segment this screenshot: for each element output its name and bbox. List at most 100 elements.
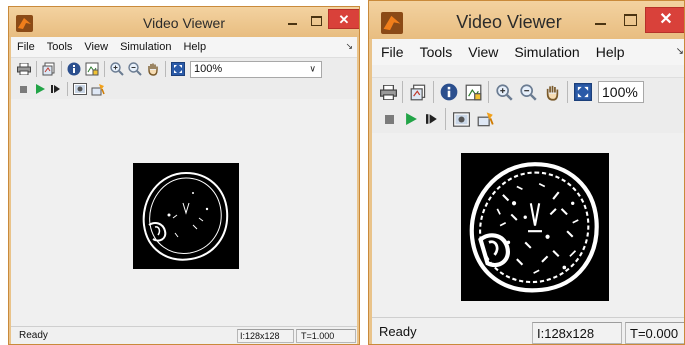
stop-icon xyxy=(19,85,27,93)
menu-tools[interactable]: Tools xyxy=(420,44,453,60)
toolbar-main: 100% xyxy=(372,77,684,106)
status-bar: Ready I:128x128 T=0.000 xyxy=(372,317,684,344)
menu-help[interactable]: Help xyxy=(596,44,625,60)
step-forward-button[interactable] xyxy=(422,109,442,129)
status-size: I:128x128 xyxy=(237,329,294,343)
toolbar-separator xyxy=(402,81,403,103)
maximize-icon xyxy=(310,16,322,26)
snapshot-icon xyxy=(73,83,87,95)
title-bar[interactable]: Video Viewer ✕ xyxy=(9,7,359,37)
close-button[interactable]: ✕ xyxy=(328,9,359,29)
status-text: Ready xyxy=(19,330,48,341)
toolbar-separator xyxy=(67,82,68,96)
fit-button[interactable] xyxy=(169,60,187,78)
new-window-button[interactable] xyxy=(406,81,430,103)
video-viewer-window-1: Video Viewer ✕ File Tools View Simulatio… xyxy=(8,6,360,345)
snapshot-button[interactable] xyxy=(449,109,473,129)
zoom-in-button[interactable] xyxy=(108,60,126,78)
stop-button[interactable] xyxy=(380,109,398,129)
zoom-out-button[interactable] xyxy=(126,60,144,78)
fit-icon xyxy=(574,83,592,101)
menu-simulation[interactable]: Simulation xyxy=(514,44,579,60)
pan-button[interactable] xyxy=(540,81,564,103)
chevron-down-icon: ∨ xyxy=(309,63,316,74)
zoom-value: 100% xyxy=(602,84,638,100)
pan-button[interactable] xyxy=(144,60,162,78)
menu-view[interactable]: View xyxy=(468,44,498,60)
zoom-select[interactable]: 100% xyxy=(598,81,644,103)
pan-icon xyxy=(546,85,558,101)
step-forward-icon xyxy=(426,114,437,124)
print-icon xyxy=(379,84,397,100)
stop-button[interactable] xyxy=(16,81,30,97)
toolbar-playback xyxy=(11,79,357,99)
matlab-icon xyxy=(16,15,33,32)
toolbar-separator xyxy=(36,61,37,77)
maximize-button[interactable] xyxy=(617,9,643,31)
play-button[interactable] xyxy=(32,81,48,97)
new-window-icon xyxy=(42,62,55,76)
print-button[interactable] xyxy=(377,81,399,103)
client-area: File Tools View Simulation Help ↘ xyxy=(11,37,357,344)
close-icon: ✕ xyxy=(338,11,350,27)
play-button[interactable] xyxy=(400,109,422,129)
zoom-in-button[interactable] xyxy=(492,81,516,103)
pan-icon xyxy=(148,63,158,76)
menu-overflow-icon[interactable]: ↘ xyxy=(345,41,353,52)
properties-button[interactable] xyxy=(461,81,485,103)
status-size: I:128x128 xyxy=(532,322,622,344)
zoom-select[interactable]: 100% ∨ xyxy=(190,60,322,78)
menu-help[interactable]: Help xyxy=(183,41,206,53)
menu-file[interactable]: File xyxy=(381,44,404,60)
minimize-icon xyxy=(287,23,297,25)
window-title: Video Viewer xyxy=(456,12,562,32)
menu-simulation[interactable]: Simulation xyxy=(120,41,171,53)
print-button[interactable] xyxy=(15,60,33,78)
highlight-icon xyxy=(477,112,494,127)
client-area: File Tools View Simulation Help ↘ xyxy=(372,39,684,344)
play-icon xyxy=(405,113,417,125)
menu-overflow-icon[interactable]: ↘ xyxy=(676,46,684,57)
highlight-button[interactable] xyxy=(473,109,497,129)
menu-tools[interactable]: Tools xyxy=(47,41,73,53)
zoom-in-icon xyxy=(110,62,124,76)
info-button[interactable] xyxy=(437,81,461,103)
highlight-button[interactable] xyxy=(89,81,107,97)
zoom-out-button[interactable] xyxy=(516,81,540,103)
toolbar-playback xyxy=(372,105,684,133)
toolbar-separator xyxy=(61,61,62,77)
zoom-value: 100% xyxy=(194,63,223,75)
step-forward-button[interactable] xyxy=(48,81,64,97)
step-forward-icon xyxy=(51,85,60,93)
close-icon: ✕ xyxy=(659,11,673,28)
toolbar-separator xyxy=(445,108,446,130)
properties-button[interactable] xyxy=(83,60,101,78)
menu-file[interactable]: File xyxy=(17,41,35,53)
info-button[interactable] xyxy=(65,60,83,78)
status-size-text: I:128x128 xyxy=(240,331,280,341)
minimize-button[interactable] xyxy=(281,13,303,31)
video-frame-image xyxy=(133,163,239,269)
maximize-button[interactable] xyxy=(305,12,327,30)
toolbar-main: 100% ∨ xyxy=(11,57,357,80)
video-canvas xyxy=(11,99,357,327)
toolbar-separator xyxy=(104,61,105,77)
title-bar[interactable]: Video Viewer ✕ xyxy=(369,1,684,39)
close-button[interactable]: ✕ xyxy=(645,7,684,33)
toolbar-separator xyxy=(433,81,434,103)
toolbar-separator xyxy=(567,81,568,103)
new-window-button[interactable] xyxy=(40,60,58,78)
window-title: Video Viewer xyxy=(143,15,225,31)
status-time: T=1.000 xyxy=(296,329,356,343)
fit-button[interactable] xyxy=(571,81,595,103)
minimize-button[interactable] xyxy=(587,11,613,33)
snapshot-icon xyxy=(452,111,470,127)
brain-edge-image xyxy=(469,162,599,293)
zoom-out-icon xyxy=(128,62,142,76)
video-frame-image xyxy=(461,153,609,301)
play-icon xyxy=(35,84,45,94)
info-icon xyxy=(440,83,458,101)
snapshot-button[interactable] xyxy=(71,81,89,97)
menu-view[interactable]: View xyxy=(84,41,108,53)
status-bar: Ready I:128x128 T=1.000 xyxy=(11,326,357,344)
